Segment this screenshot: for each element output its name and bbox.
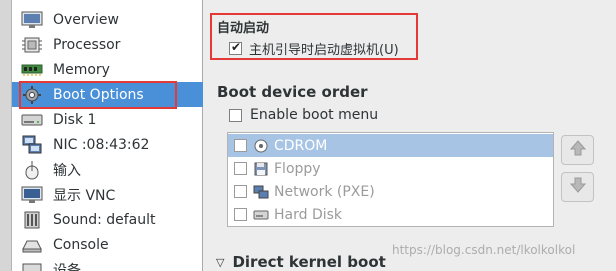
sidebar-item-label: NIC :08:43:62 [53, 136, 150, 153]
sidebar-item-label: 显示 VNC [53, 187, 116, 204]
expander-triangle-icon: ▽ [216, 255, 225, 269]
autostart-label: 主机引导时启动虚拟机(U) [249, 43, 399, 58]
network-icon [20, 134, 44, 156]
cdrom-icon [253, 138, 269, 154]
display-icon [20, 184, 44, 206]
boot-device-row-floppy[interactable]: Floppy [228, 157, 553, 180]
device-icon [20, 259, 44, 271]
sidebar-item-label: 设备 [53, 262, 81, 271]
network-icon [253, 184, 269, 200]
sidebar-item-label: Console [53, 236, 109, 253]
console-icon [20, 234, 44, 256]
boot-device-row-hard-disk[interactable]: Hard Disk [228, 203, 553, 226]
mouse-icon [20, 159, 44, 181]
sidebar-item-memory[interactable]: Memory [12, 57, 203, 82]
memory-icon [20, 59, 44, 81]
arrow-up-icon [569, 139, 587, 161]
sidebar-item-input[interactable]: 输入 [12, 157, 203, 182]
sidebar-item-disk-1[interactable]: Disk 1 [12, 107, 203, 132]
boot-device-checkbox[interactable] [234, 208, 247, 221]
boot-device-label: Hard Disk [274, 206, 343, 223]
boot-device-order-title: Boot device order [217, 83, 368, 101]
enable-boot-menu-row[interactable]: Enable boot menu [229, 107, 378, 123]
boot-device-label: Floppy [274, 160, 321, 177]
harddisk-icon [253, 207, 269, 223]
monitor-icon [20, 9, 44, 31]
boot-device-checkbox[interactable] [234, 185, 247, 198]
boot-options-highlight-box [19, 81, 177, 109]
sidebar-item-console[interactable]: Console [12, 232, 203, 257]
move-up-button[interactable] [561, 135, 594, 165]
floppy-icon [253, 161, 269, 177]
boot-device-list: CDROM Floppy Network (PXE) Hard Disk [227, 132, 554, 227]
sidebar-item-sound[interactable]: Sound: default [12, 207, 203, 232]
autostart-title: 自动启动 [217, 21, 270, 36]
hardware-sidebar: Overview Processor Memory Boot Options D… [12, 0, 203, 271]
boot-device-checkbox[interactable] [234, 162, 247, 175]
sidebar-item-label: Sound: default [53, 211, 156, 228]
sidebar-item-label: Overview [53, 11, 119, 28]
watermark: https://blog.csdn.net/lkolkolkol [392, 243, 576, 257]
boot-device-label: Network (PXE) [274, 183, 375, 200]
move-down-button[interactable] [561, 172, 594, 202]
sound-icon [20, 209, 44, 231]
sidebar-item-label: Processor [53, 36, 121, 53]
sidebar-item-overview[interactable]: Overview [12, 7, 203, 32]
sidebar-item-device[interactable]: 设备 [12, 257, 203, 271]
sidebar-item-label: Disk 1 [53, 111, 97, 128]
boot-device-label: CDROM [274, 137, 328, 154]
enable-boot-menu-label: Enable boot menu [250, 107, 379, 123]
boot-device-row-network[interactable]: Network (PXE) [228, 180, 553, 203]
sidebar-item-processor[interactable]: Processor [12, 32, 203, 57]
autostart-checkbox-row[interactable]: 主机引导时启动虚拟机(U) [229, 39, 399, 58]
arrow-down-icon [569, 176, 587, 198]
sidebar-item-label: 输入 [53, 162, 81, 179]
left-edge-strip [0, 0, 12, 271]
direct-kernel-boot-expander[interactable]: ▽ Direct kernel boot [216, 253, 386, 271]
boot-device-checkbox[interactable] [234, 139, 247, 152]
sidebar-item-display-vnc[interactable]: 显示 VNC [12, 182, 203, 207]
disk-icon [20, 109, 44, 131]
enable-boot-menu-checkbox[interactable] [229, 108, 242, 122]
boot-device-row-cdrom[interactable]: CDROM [228, 134, 553, 157]
direct-kernel-boot-title: Direct kernel boot [232, 253, 386, 271]
sidebar-item-label: Memory [53, 61, 110, 78]
cpu-icon [20, 34, 44, 56]
sidebar-item-nic[interactable]: NIC :08:43:62 [12, 132, 203, 157]
autostart-checkbox[interactable] [229, 40, 242, 55]
